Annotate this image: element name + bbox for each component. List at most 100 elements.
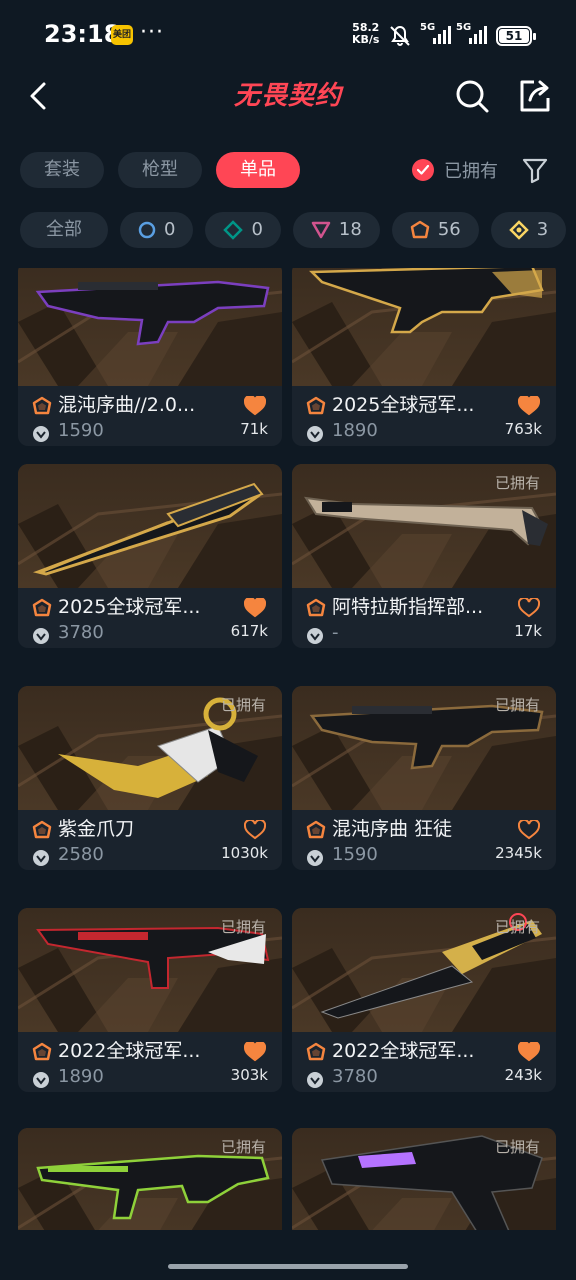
rarity-chip-all[interactable]: 全部 <box>20 212 108 248</box>
skin-card[interactable]: 已拥有 混沌序曲 狂徒 1590 2345k <box>292 686 556 870</box>
skin-preview-image: 已拥有 <box>292 1128 556 1230</box>
skin-card[interactable]: 已拥有 阿特拉斯指挥部... - 17k <box>292 464 556 648</box>
clock: 23:18 <box>44 20 121 48</box>
skin-card[interactable]: 已拥有 <box>292 1128 556 1230</box>
skin-card[interactable]: 2025全球冠军... 1890 763k <box>292 268 556 446</box>
exclusive-tier-icon <box>32 1042 52 1061</box>
skin-info: 2022全球冠军... 3780 243k <box>292 1032 556 1092</box>
weapon-image <box>35 280 270 346</box>
heart-filled-icon[interactable] <box>244 1042 266 1062</box>
owned-filter-label: 已拥有 <box>444 161 498 182</box>
vp-currency-icon <box>307 850 323 866</box>
skin-preview-image <box>18 268 282 386</box>
skin-name: 混沌序曲//2.0... <box>58 394 196 416</box>
owned-badge: 已拥有 <box>220 696 266 714</box>
skin-name: 2025全球冠军... <box>58 596 201 618</box>
skin-price: 1890 <box>332 420 378 441</box>
heart-filled-icon[interactable] <box>244 396 266 416</box>
skin-info: 阿特拉斯指挥部... - 17k <box>292 588 556 648</box>
skin-name: 2025全球冠军... <box>332 394 475 416</box>
skin-card[interactable]: 已拥有 2022全球冠军... 3780 243k <box>292 908 556 1092</box>
vp-currency-icon <box>33 850 49 866</box>
home-indicator[interactable] <box>168 1264 408 1269</box>
rarity-chip-deluxe[interactable]: 0 <box>205 212 281 248</box>
like-count: 2345k <box>495 844 542 862</box>
heart-filled-icon[interactable] <box>244 598 266 618</box>
skin-card[interactable]: 已拥有 紫金爪刀 2580 1030k <box>18 686 282 870</box>
exclusive-tier-icon <box>32 396 52 415</box>
like-count: 17k <box>514 622 542 640</box>
skin-name: 混沌序曲 狂徒 <box>332 818 453 840</box>
select-tier-icon <box>138 221 156 239</box>
vp-currency-icon <box>307 628 323 644</box>
exclusive-tier-icon <box>306 820 326 839</box>
like-count: 71k <box>240 420 268 438</box>
skin-name: 2022全球冠军... <box>58 1040 201 1062</box>
skin-card[interactable]: 2025全球冠军... 3780 617k <box>18 464 282 648</box>
skin-info: 混沌序曲//2.0... 1590 71k <box>18 386 282 446</box>
skin-preview-image: 已拥有 <box>18 1128 282 1230</box>
heart-filled-icon[interactable] <box>518 396 540 416</box>
vp-currency-icon <box>307 426 323 442</box>
skin-info: 紫金爪刀 2580 1030k <box>18 810 282 870</box>
skin-preview-image: 已拥有 <box>292 686 556 810</box>
skin-grid: 混沌序曲//2.0... 1590 71k 2025全球冠军... 1890 7… <box>0 268 576 1230</box>
checkbox-checked-icon <box>412 159 434 181</box>
premium-tier-icon <box>311 221 331 239</box>
mute-icon <box>390 25 410 46</box>
skin-info: 混沌序曲 狂徒 1590 2345k <box>292 810 556 870</box>
search-button[interactable] <box>452 76 492 116</box>
status-bar: 23:18 美团 ··· 58.2 KB/s 5G 5G 51 <box>0 0 576 72</box>
skin-price: 1890 <box>58 1066 104 1087</box>
exclusive-tier-icon <box>306 1042 326 1061</box>
top-nav: 无畏契约 <box>0 72 576 120</box>
skin-preview-image: 已拥有 <box>18 686 282 810</box>
heart-filled-icon[interactable] <box>518 1042 540 1062</box>
skin-card[interactable]: 已拥有 2022全球冠军... 1890 303k <box>18 908 282 1092</box>
vp-currency-icon <box>33 628 49 644</box>
rarity-chip-select[interactable]: 0 <box>120 212 194 248</box>
more-notifications-icon: ··· <box>140 20 164 45</box>
exclusive-tier-icon <box>306 598 326 617</box>
exclusive-tier-icon <box>32 598 52 617</box>
back-button[interactable] <box>20 76 56 116</box>
filter-button[interactable] <box>522 156 548 184</box>
exclusive-tier-icon <box>32 820 52 839</box>
network-speed: 58.2 KB/s <box>352 21 380 46</box>
skin-preview-image: 已拥有 <box>292 464 556 588</box>
battery-icon: 51 <box>496 26 536 46</box>
cell-signal-icon <box>433 26 451 44</box>
tab-single-items[interactable]: 单品 <box>216 152 300 188</box>
owned-badge: 已拥有 <box>494 918 540 936</box>
exclusive-tier-icon <box>410 220 430 239</box>
skin-price: 1590 <box>58 420 104 441</box>
skin-preview-image <box>292 268 556 386</box>
heart-outline-icon[interactable] <box>244 820 266 840</box>
heart-outline-icon[interactable] <box>518 598 540 618</box>
vp-currency-icon <box>33 1072 49 1088</box>
skin-card[interactable]: 已拥有 <box>18 1128 282 1230</box>
skin-preview-image: 已拥有 <box>18 908 282 1032</box>
owned-badge: 已拥有 <box>220 918 266 936</box>
owned-filter-toggle[interactable]: 已拥有 <box>412 155 498 185</box>
share-button[interactable] <box>514 76 554 116</box>
skin-card[interactable]: 混沌序曲//2.0... 1590 71k <box>18 268 282 446</box>
skin-info: 2025全球冠军... 1890 763k <box>292 386 556 446</box>
skin-info: 2022全球冠军... 1890 303k <box>18 1032 282 1092</box>
ultra-tier-icon <box>508 220 529 240</box>
rarity-chip-exclusive[interactable]: 56 <box>391 212 479 248</box>
skin-name: 阿特拉斯指挥部... <box>332 596 484 618</box>
like-count: 303k <box>230 1066 268 1084</box>
tab-weapon-types[interactable]: 枪型 <box>118 152 202 188</box>
skin-name: 2022全球冠军... <box>332 1040 475 1062</box>
rarity-chip-ultra[interactable]: 3 <box>490 212 567 248</box>
tab-bundles[interactable]: 套装 <box>20 152 104 188</box>
heart-outline-icon[interactable] <box>518 820 540 840</box>
rarity-filter-chips: 全部 0 0 18 56 3 <box>20 212 567 248</box>
rarity-chip-premium[interactable]: 18 <box>292 212 380 248</box>
exclusive-tier-icon <box>306 396 326 415</box>
skin-preview-image <box>18 464 282 588</box>
like-count: 763k <box>504 420 542 438</box>
skin-name: 紫金爪刀 <box>58 818 135 840</box>
owned-badge: 已拥有 <box>494 474 540 492</box>
